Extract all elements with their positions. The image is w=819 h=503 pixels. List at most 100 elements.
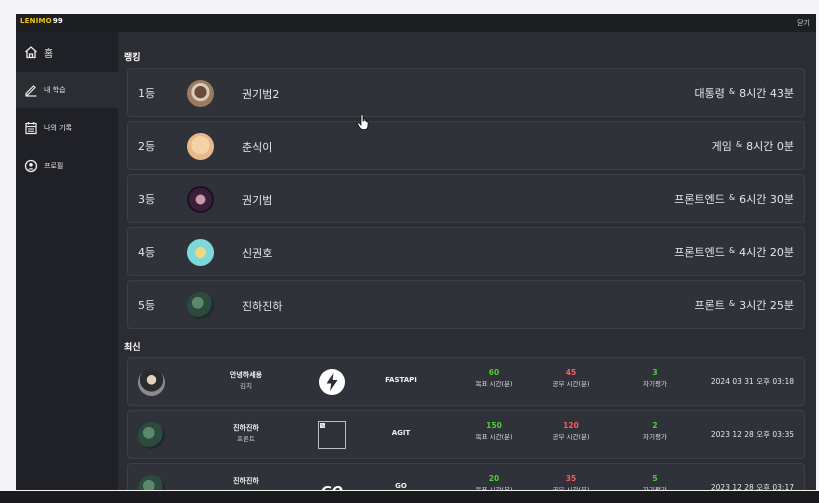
avatar [138, 422, 165, 449]
rank-category: 프론트엔드 [674, 193, 725, 206]
study-time-metric: 120 공부 시간(분) [540, 421, 602, 441]
rank-category: 게임 [711, 140, 732, 153]
self-eval-metric: 3 자기평가 [624, 368, 686, 388]
study-time-label: 공부 시간(분) [552, 433, 590, 441]
rank-position: 2등 [138, 140, 156, 153]
recent-row[interactable]: 진하진하 GO GO 20 목표 시간(분) 35 공부 시간(분) 5 자기평가 2… [127, 463, 805, 490]
close-button[interactable]: 닫기 [797, 18, 810, 28]
profile-icon [24, 159, 38, 173]
tech-name: AGIT [391, 429, 411, 437]
hand-cursor-icon [357, 114, 369, 130]
sidebar-item-my-record[interactable]: 나의 기록 [16, 110, 118, 146]
go-logo-icon: GO [321, 485, 343, 490]
rank-summary: 프론트 & 3시간 25분 [695, 297, 794, 313]
pencil-icon [25, 85, 37, 97]
sidebar-item-my-study[interactable]: 내 학습 [16, 72, 118, 108]
rank-name: 춘식이 [242, 141, 273, 154]
ranking-row[interactable]: 3등 권기범 프론트엔드 & 6시간 30분 [127, 174, 805, 223]
rank-position: 3등 [138, 193, 156, 206]
goal-time-metric: 20 목표 시간(분) [463, 474, 525, 490]
ranking-row[interactable]: 5등 진하진하 프론트 & 3시간 25분 [127, 280, 805, 329]
recent-row[interactable]: 안녕하세용 김치 FASTAPI 60 목표 시간(분) 45 공부 시간(분) 3… [127, 357, 805, 406]
ranking-title: 랭킹 [124, 53, 141, 63]
sidebar-item-label: 나의 기록 [44, 124, 72, 132]
avatar [187, 133, 214, 160]
rank-name: 권기범2 [242, 88, 280, 101]
ampersand-separator: & [735, 139, 743, 149]
study-time-label: 공부 시간(분) [552, 380, 590, 388]
self-eval-label: 자기평가 [643, 486, 667, 490]
rank-summary: 프론트엔드 & 4시간 20분 [674, 244, 794, 260]
self-eval-value: 3 [652, 368, 658, 377]
brand-logo[interactable]: LENIMO99 [20, 17, 63, 25]
app-window: LENIMO99 닫기 홈 내 학습 나의 기록 프로필 랭킹 1등 권기범2 … [16, 14, 816, 490]
sidebar-item-home[interactable]: 홈 [16, 34, 118, 70]
avatar [187, 239, 214, 266]
broken-image-icon [318, 421, 346, 449]
top-bar: LENIMO99 닫기 [16, 14, 816, 32]
calendar-icon [25, 122, 37, 135]
sidebar-item-label: 홈 [44, 48, 54, 60]
rank-time: 6시간 30분 [739, 193, 794, 206]
self-eval-metric: 2 자기평가 [624, 421, 686, 441]
record-date: 2024 03 31 오후 03:18 [710, 377, 794, 386]
rank-category: 프론트 [694, 299, 725, 312]
tech-name: FASTAPI [385, 376, 417, 384]
self-eval-value: 2 [652, 421, 658, 430]
goal-time-metric: 150 목표 시간(분) [463, 421, 525, 441]
record-date: 2023 12 28 오후 03:17 [710, 483, 794, 490]
study-time-value: 35 [565, 474, 577, 483]
goal-time-label: 목표 시간(분) [475, 433, 513, 441]
self-eval-label: 자기평가 [643, 380, 667, 388]
bottom-bar [0, 491, 819, 503]
rank-name: 진하진하 [242, 300, 283, 313]
study-time-value: 45 [565, 368, 577, 377]
rank-time: 3시간 25분 [739, 299, 794, 312]
sidebar-item-label: 프로필 [44, 162, 64, 170]
study-time-value: 120 [563, 421, 579, 430]
record-title: 안녕하세용 [229, 371, 263, 379]
self-eval-label: 자기평가 [643, 433, 667, 441]
rank-position: 1등 [138, 87, 156, 100]
rank-category: 대통령 [694, 87, 725, 100]
goal-time-metric: 60 목표 시간(분) [463, 368, 525, 388]
ampersand-separator: & [728, 86, 736, 96]
avatar [138, 369, 165, 396]
study-time-metric: 45 공부 시간(분) [540, 368, 602, 388]
rank-position: 4등 [138, 246, 156, 259]
ranking-row[interactable]: 2등 춘식이 게임 & 8시간 0분 [127, 121, 805, 170]
rank-name: 권기범 [242, 194, 273, 207]
rank-summary: 대통령 & 8시간 43분 [695, 85, 794, 101]
avatar [138, 475, 165, 490]
rank-time: 4시간 20분 [739, 246, 794, 259]
ranking-row[interactable]: 1등 권기범2 대통령 & 8시간 43분 [127, 68, 805, 117]
recent-title: 최신 [124, 343, 141, 353]
record-date: 2023 12 28 오후 03:35 [710, 430, 794, 439]
rank-summary: 프론트엔드 & 6시간 30분 [674, 191, 794, 207]
sidebar: 홈 내 학습 나의 기록 프로필 [16, 32, 118, 490]
recent-row[interactable]: 진하진하 프론트 AGIT 150 목표 시간(분) 120 공부 시간(분) 2 자… [127, 410, 805, 459]
rank-position: 5등 [138, 299, 156, 312]
rank-name: 신권호 [242, 247, 273, 260]
home-icon [25, 46, 37, 59]
avatar [187, 80, 214, 107]
rank-category: 프론트엔드 [674, 246, 725, 259]
goal-time-value: 20 [488, 474, 500, 483]
rank-time: 8시간 0분 [746, 140, 794, 153]
record-author: 김치 [240, 382, 252, 390]
svg-text:GO: GO [321, 485, 343, 490]
avatar [187, 186, 214, 213]
record-author: 프론트 [237, 435, 255, 443]
record-title: 진하진하 [233, 477, 259, 485]
fastapi-logo-icon [319, 369, 345, 395]
tech-name: GO [395, 482, 407, 490]
sidebar-item-profile[interactable]: 프로필 [16, 148, 118, 184]
brand-name: LENIMO [20, 17, 52, 25]
sidebar-item-label: 내 학습 [44, 86, 66, 94]
goal-time-label: 목표 시간(분) [475, 486, 513, 490]
goal-time-value: 150 [486, 421, 502, 430]
rank-time: 8시간 43분 [739, 87, 794, 100]
rank-summary: 게임 & 8시간 0분 [712, 138, 794, 154]
ampersand-separator: & [728, 192, 736, 202]
ranking-row[interactable]: 4등 신권호 프론트엔드 & 4시간 20분 [127, 227, 805, 276]
